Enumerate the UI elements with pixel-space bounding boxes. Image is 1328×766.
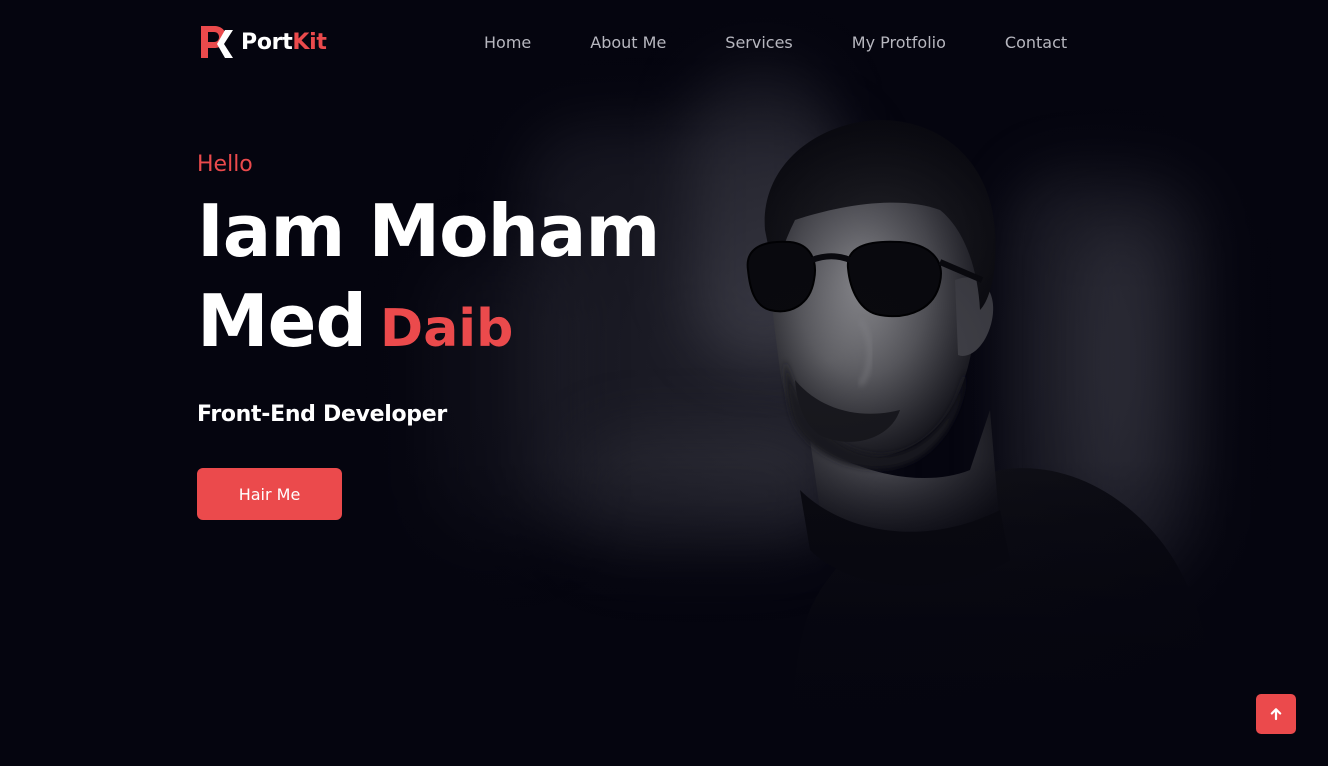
arrow-up-icon bbox=[1270, 708, 1282, 721]
nav-contact[interactable]: Contact bbox=[1005, 33, 1067, 52]
main-nav: Home About Me Services My Protfolio Cont… bbox=[484, 33, 1067, 52]
site-header: PortKit Home About Me Services My Protfo… bbox=[0, 0, 1328, 90]
brand-name: PortKit bbox=[241, 29, 327, 55]
nav-my-portfolio[interactable]: My Protfolio bbox=[852, 33, 946, 52]
page: PortKit Home About Me Services My Protfo… bbox=[0, 0, 1328, 766]
nav-services[interactable]: Services bbox=[725, 33, 792, 52]
hire-me-button[interactable]: Hair Me bbox=[197, 468, 342, 520]
headline-line-2: Med bbox=[197, 279, 367, 363]
hero-role: Front-End Developer bbox=[197, 402, 447, 427]
brand-logo[interactable]: PortKit bbox=[197, 22, 327, 62]
hero-greeting: Hello bbox=[197, 152, 253, 177]
hero-headline: Iam Moham Med Daib bbox=[197, 186, 660, 374]
headline-line-1: Iam Moham bbox=[197, 189, 660, 273]
nav-about-me[interactable]: About Me bbox=[590, 33, 666, 52]
scroll-to-top-button[interactable] bbox=[1256, 694, 1296, 734]
portkit-logo-icon bbox=[201, 26, 233, 58]
headline-accent-name: Daib bbox=[380, 299, 514, 359]
hero-intro: Hello Iam Moham Med Daib Front-End Develop… bbox=[197, 150, 660, 430]
nav-home[interactable]: Home bbox=[484, 33, 531, 52]
